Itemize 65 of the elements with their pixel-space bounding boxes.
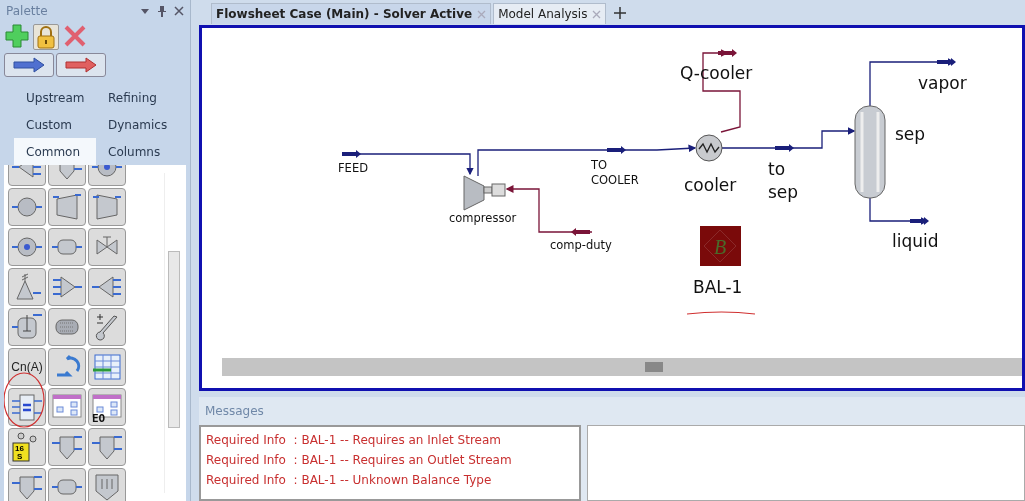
stream-line[interactable] [477,144,697,177]
dropdown-icon[interactable] [140,7,150,15]
annotation-underline [686,311,756,315]
scrollbar[interactable] [222,358,1022,376]
unit-label: BAL-1 [693,276,744,299]
lock-icon[interactable] [33,24,59,50]
stream-label: comp-duty [550,238,613,253]
palette-item[interactable] [88,188,126,226]
compressor-icon [51,191,83,223]
palette-item[interactable] [8,388,46,426]
palette-item[interactable] [8,308,46,346]
message-line: Required Info : BAL-1 -- Requires an Outlet Stream [206,452,513,469]
palette-item[interactable] [88,428,126,466]
pin-icon[interactable] [158,5,166,17]
palette-item[interactable] [48,228,86,266]
palette-tab[interactable]: Common [14,138,96,165]
palette-tab[interactable]: Upstream [14,84,96,111]
palette-tab[interactable]: Refining [96,84,178,111]
add-tab-icon[interactable] [614,7,627,19]
palette-item[interactable] [8,268,46,306]
document-tab[interactable]: Model Analysis [493,3,607,24]
message-line: Required Info : BAL-1 -- Requires an Inlet Stream [206,432,503,449]
palette-item[interactable] [88,268,126,306]
palette-item[interactable] [8,468,46,501]
stream-line[interactable] [869,197,929,225]
stream-label: liquid [892,230,940,253]
document-tab[interactable]: Flowsheet Case (Main) - Solver Active [211,3,492,24]
delete-icon[interactable] [63,24,87,48]
palette-item[interactable]: Cn(A) [8,348,46,386]
stream-label: vapor [918,72,968,95]
message-line: Required Info : BAL-1 -- Unknown Balance Type [206,472,493,489]
unit-label: compressor [449,211,518,226]
palette-item[interactable] [48,428,86,466]
panel-title: Messages [204,403,265,420]
palette-item[interactable] [48,308,86,346]
unit-label: cooler [684,174,738,197]
balance-icon [11,391,43,423]
palette-tab[interactable]: Columns [96,138,178,165]
spreadsheet-icon [91,351,123,383]
palette-item[interactable] [48,268,86,306]
arrow-right-button[interactable] [56,53,106,77]
palette-item[interactable] [88,228,126,266]
stream-label: TO COOLER [591,158,640,188]
palette-item[interactable] [88,348,126,386]
palette-item[interactable] [48,468,86,501]
palette-item[interactable] [48,388,86,426]
unit-label: sep [895,123,927,146]
cooler-icon[interactable] [695,134,723,162]
palette-item[interactable] [8,188,46,226]
stream-label: FEED [338,161,369,176]
stream-line[interactable] [341,150,474,176]
palette-item[interactable] [48,188,86,226]
palette-tab[interactable]: Custom [14,111,96,138]
palette-item[interactable] [88,308,126,346]
stream-label: to sep [768,158,800,204]
stream-line[interactable] [721,127,856,152]
palette-tab[interactable]: Dynamics [96,111,178,138]
palette-item[interactable] [48,348,86,386]
add-icon[interactable] [5,24,29,48]
panel-title: Palette [6,4,49,18]
compressor-icon[interactable] [463,175,506,211]
arrow-right-button[interactable] [4,53,54,77]
expander-icon [91,191,123,223]
close-icon[interactable] [174,6,184,16]
palette-item[interactable] [8,228,46,266]
